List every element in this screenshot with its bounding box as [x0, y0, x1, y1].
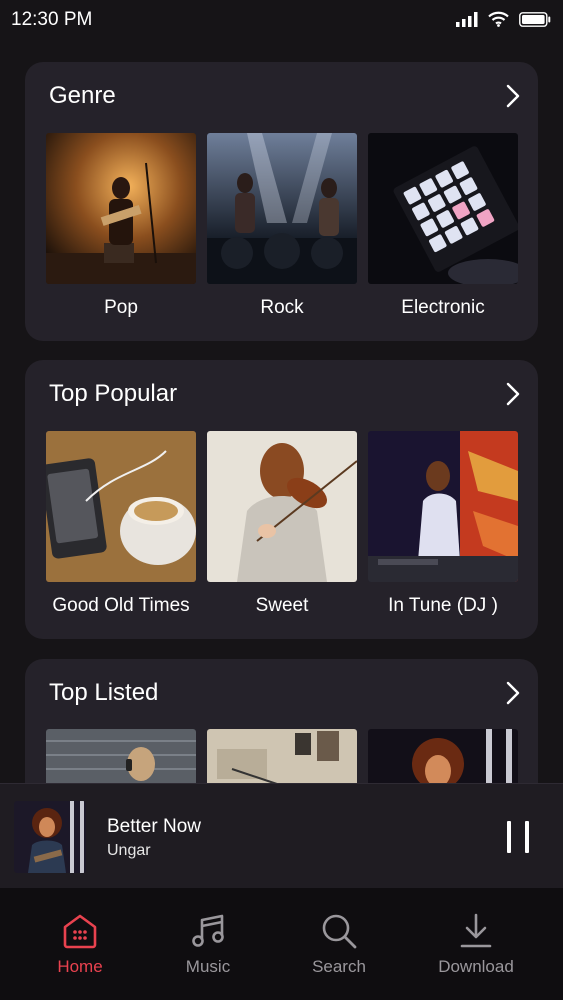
wifi-icon: [488, 11, 509, 27]
genre-header[interactable]: Genre: [49, 82, 520, 112]
chevron-right-icon[interactable]: [506, 382, 520, 406]
genre-tile-pop[interactable]: Pop: [46, 133, 196, 319]
pause-icon: [525, 821, 529, 853]
pause-button[interactable]: [507, 821, 529, 853]
tile-label: Electronic: [401, 297, 485, 318]
nav-download[interactable]: Download: [421, 912, 531, 977]
popular-tile-sweet[interactable]: Sweet: [207, 431, 357, 617]
chevron-right-icon[interactable]: [506, 84, 520, 108]
chevron-right-icon[interactable]: [506, 681, 520, 705]
rock-concert-image: [207, 133, 357, 284]
nav-label: Download: [438, 957, 514, 976]
nav-home[interactable]: Home: [25, 912, 135, 977]
popular-tile-good-old-times[interactable]: Good Old Times: [46, 431, 196, 617]
cellular-signal-icon: [456, 11, 478, 27]
tile-label: Pop: [104, 297, 138, 318]
violinist-image: [207, 431, 357, 582]
search-icon: [322, 914, 357, 949]
nav-label: Music: [185, 957, 231, 976]
pause-icon: [507, 821, 511, 853]
nav-label: Home: [57, 957, 103, 976]
coffee-cup-image: [46, 431, 196, 582]
bottom-nav: Home Music Search Download: [0, 888, 563, 1000]
download-icon: [460, 913, 492, 948]
now-playing-artist: Ungar: [107, 842, 151, 859]
battery-icon: [519, 11, 551, 27]
genre-tile-rock[interactable]: Rock: [207, 133, 357, 319]
home-icon: [63, 914, 97, 949]
nav-search[interactable]: Search: [284, 912, 394, 977]
popular-tile-in-tune-dj[interactable]: In Tune (DJ ): [368, 431, 518, 617]
now-playing-title: Better Now: [107, 816, 201, 837]
nav-music[interactable]: Music: [153, 912, 263, 977]
section-title: Top Popular: [49, 380, 178, 407]
tile-label: In Tune (DJ ): [388, 595, 498, 616]
tile-label: Good Old Times: [52, 595, 190, 616]
now-playing-artwork: [14, 801, 86, 873]
tile-label: Sweet: [255, 595, 309, 616]
top-popular-section: Top Popular Good Old Times Sweet In Tune…: [25, 360, 538, 639]
nav-label: Search: [312, 957, 366, 976]
dj-image: [368, 431, 518, 582]
top-listed-header[interactable]: Top Listed: [49, 679, 520, 709]
genre-section: Genre Pop Rock Electronic: [25, 62, 538, 341]
status-icons: [456, 11, 551, 27]
genre-tile-electronic[interactable]: Electronic: [368, 133, 518, 319]
tile-label: Rock: [260, 297, 304, 318]
pop-concert-image: [46, 133, 196, 284]
music-note-icon: [192, 914, 224, 947]
section-title: Genre: [49, 82, 116, 109]
status-time: 12:30 PM: [11, 9, 93, 30]
top-popular-header[interactable]: Top Popular: [49, 380, 520, 410]
electronic-pad-image: [368, 133, 518, 284]
status-bar: 12:30 PM: [0, 0, 563, 44]
section-title: Top Listed: [49, 679, 159, 706]
now-playing-bar[interactable]: Better Now Ungar: [0, 783, 563, 889]
